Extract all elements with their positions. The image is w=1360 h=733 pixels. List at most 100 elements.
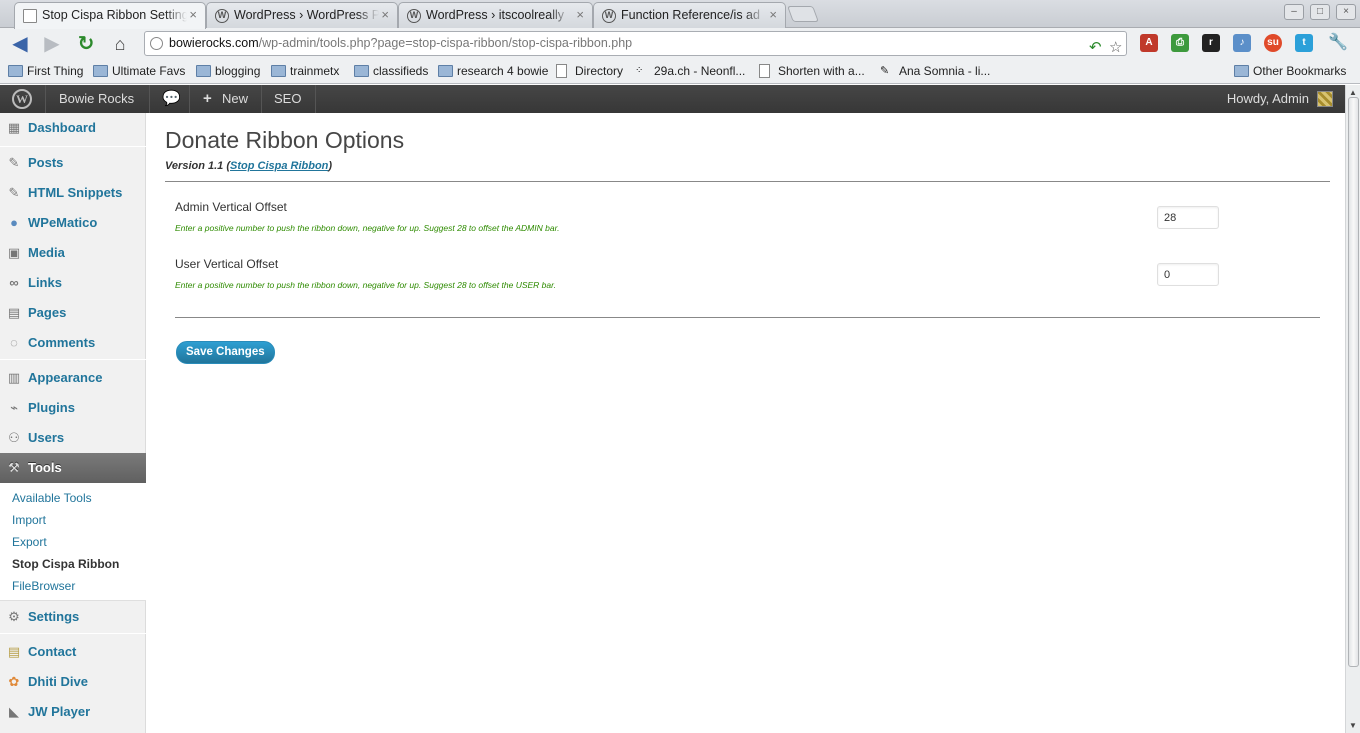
comment-icon: ◌ bbox=[10, 335, 18, 350]
menu-label: Comments bbox=[28, 335, 96, 350]
submenu-stop-cispa-ribbon[interactable]: Stop Cispa Ribbon bbox=[12, 557, 119, 571]
separator bbox=[315, 85, 316, 113]
acrobat-icon[interactable]: A bbox=[1140, 34, 1158, 52]
users-icon: ⚇ bbox=[8, 430, 20, 445]
submenu-filebrowser[interactable]: FileBrowser bbox=[12, 579, 75, 593]
close-icon[interactable]: × bbox=[189, 7, 197, 22]
wrench-icon[interactable]: 🔧 bbox=[1328, 34, 1348, 52]
reload-button[interactable]: ↻ bbox=[74, 32, 98, 56]
menu-pages[interactable]: ▤ Pages bbox=[0, 298, 146, 328]
separator bbox=[45, 85, 46, 113]
browser-tab-wordpress-itscoolreally[interactable]: W WordPress › itscoolreally × bbox=[398, 2, 593, 28]
back-button[interactable]: ◀ bbox=[8, 32, 32, 56]
page-scrollbar[interactable]: ▲ ▼ bbox=[1345, 85, 1360, 733]
maximize-button[interactable]: □ bbox=[1310, 4, 1330, 20]
bookmark-shorten[interactable]: Shorten with a... bbox=[759, 63, 865, 80]
main-content: Donate Ribbon Options Version 1.1 (Stop … bbox=[146, 113, 1345, 733]
menu-label: Media bbox=[28, 245, 65, 260]
bookmark-label: classifieds bbox=[373, 64, 429, 78]
browser-tab-function-reference[interactable]: W Function Reference/is ad × bbox=[593, 2, 786, 28]
menu-label: Posts bbox=[28, 155, 64, 170]
menu-links[interactable]: ∞ Links bbox=[0, 268, 146, 298]
site-name-link[interactable]: Bowie Rocks bbox=[59, 85, 134, 113]
menu-settings[interactable]: ⚙ Settings bbox=[0, 602, 146, 632]
bookmark-ana-somnia[interactable]: ✎ Ana Somnia - li... bbox=[880, 63, 990, 80]
avatar[interactable] bbox=[1317, 91, 1333, 107]
menu-users[interactable]: ⚇ Users bbox=[0, 423, 146, 453]
scroll-up-icon[interactable]: ▲ bbox=[1349, 88, 1357, 97]
bookmark-classifieds[interactable]: classifieds bbox=[354, 63, 428, 80]
save-changes-button[interactable]: Save Changes bbox=[176, 341, 275, 364]
bookmark-research-4-bowie[interactable]: research 4 bowie bbox=[438, 63, 548, 80]
browser-tab-strip: Stop Cispa Ribbon Setting × W WordPress … bbox=[0, 0, 1360, 29]
menu-jw-player[interactable]: ◣ JW Player bbox=[0, 697, 146, 727]
menu-html-snippets[interactable]: ✎ HTML Snippets bbox=[0, 178, 146, 208]
bookmark-label: Ultimate Favs bbox=[112, 64, 186, 78]
submenu-export[interactable]: Export bbox=[12, 535, 47, 549]
bookmark-29a[interactable]: ⁘ 29a.ch - Neonfl... bbox=[635, 63, 745, 80]
admin-sidebar: ▦ Dashboard ✎ Posts ✎ HTML Snippets ● WPeMat… bbox=[0, 113, 154, 733]
menu-wpematico[interactable]: ● WPeMatico bbox=[0, 208, 146, 238]
menu-separator bbox=[0, 633, 146, 634]
forward-button[interactable]: ▶ bbox=[40, 32, 64, 56]
bookmark-blogging[interactable]: blogging bbox=[196, 63, 260, 80]
menu-label: Tools bbox=[28, 460, 62, 475]
menu-dhiti-dive[interactable]: ✿ Dhiti Dive bbox=[0, 667, 146, 697]
scroll-down-icon[interactable]: ▼ bbox=[1349, 721, 1357, 730]
star-icon[interactable]: ☆ bbox=[1109, 36, 1122, 59]
bookmark-label: Directory bbox=[575, 64, 624, 78]
seo-link[interactable]: SEO bbox=[274, 85, 301, 113]
stumbleupon-icon[interactable]: su bbox=[1264, 34, 1282, 52]
new-content-link[interactable]: New bbox=[222, 85, 248, 113]
new-tab-button[interactable] bbox=[787, 6, 819, 22]
menu-appearance[interactable]: ▥ Appearance bbox=[0, 363, 146, 393]
submenu-available-tools[interactable]: Available Tools bbox=[12, 491, 92, 505]
undo-icon[interactable]: ↶ bbox=[1089, 36, 1102, 59]
address-bar[interactable]: bowierocks.com/wp-admin/tools.php?page=s… bbox=[144, 31, 1127, 56]
menu-label: Plugins bbox=[28, 400, 75, 415]
browser-tab-stop-cispa[interactable]: Stop Cispa Ribbon Setting × bbox=[14, 2, 206, 29]
menu-tools[interactable]: ⚒ Tools bbox=[0, 453, 154, 483]
folder-icon bbox=[438, 65, 453, 77]
scroll-thumb[interactable] bbox=[1348, 97, 1359, 667]
window-close-button[interactable]: × bbox=[1336, 4, 1356, 20]
dashboard-icon: ▦ bbox=[7, 120, 21, 135]
user-offset-input[interactable] bbox=[1157, 263, 1219, 286]
readability-icon[interactable]: r bbox=[1202, 34, 1220, 52]
browser-toolbar: ◀ ▶ ↻ ⌂ bowierocks.com/wp-admin/tools.ph… bbox=[0, 28, 1360, 59]
bookmark-directory[interactable]: Directory bbox=[556, 63, 623, 80]
close-icon[interactable]: × bbox=[576, 7, 584, 22]
twitter-icon[interactable]: t bbox=[1295, 34, 1313, 52]
howdy-account-link[interactable]: Howdy, Admin bbox=[1227, 85, 1309, 113]
other-bookmarks[interactable]: Other Bookmarks bbox=[1234, 63, 1346, 80]
menu-posts[interactable]: ✎ Posts bbox=[0, 148, 146, 178]
bookmark-first-thing[interactable]: First Thing bbox=[8, 63, 83, 80]
print-icon[interactable]: ⎙ bbox=[1171, 34, 1189, 52]
submenu-import[interactable]: Import bbox=[12, 513, 46, 527]
bookmark-trainmetx[interactable]: trainmetx bbox=[271, 63, 339, 80]
bookmark-label: First Thing bbox=[27, 64, 84, 78]
comments-icon[interactable]: 💬 bbox=[162, 85, 181, 113]
folder-icon bbox=[354, 65, 369, 77]
plugin-link[interactable]: Stop Cispa Ribbon bbox=[230, 160, 328, 172]
menu-dashboard[interactable]: ▦ Dashboard bbox=[0, 113, 146, 143]
wordpress-logo-icon[interactable]: W bbox=[12, 89, 32, 109]
minimize-button[interactable]: – bbox=[1284, 4, 1304, 20]
menu-comments[interactable]: ◌ Comments bbox=[0, 328, 146, 358]
plus-icon[interactable]: + bbox=[203, 85, 212, 113]
speaker-icon[interactable]: ♪ bbox=[1233, 34, 1251, 52]
separator bbox=[189, 85, 190, 113]
bookmark-ultimate-favs[interactable]: Ultimate Favs bbox=[93, 63, 185, 80]
close-icon[interactable]: × bbox=[381, 7, 389, 22]
header-divider bbox=[165, 181, 1330, 182]
user-offset-help: Enter a positive number to push the ribb… bbox=[175, 280, 556, 290]
bookmark-label: research 4 bowie bbox=[457, 64, 549, 78]
menu-media[interactable]: ▣ Media bbox=[0, 238, 146, 268]
tools-submenu: Available Tools Import Export Stop Cispa… bbox=[0, 483, 146, 601]
menu-plugins[interactable]: ⌁ Plugins bbox=[0, 393, 146, 423]
menu-contact[interactable]: ▤ Contact bbox=[0, 637, 146, 667]
home-button[interactable]: ⌂ bbox=[108, 32, 132, 56]
admin-offset-input[interactable] bbox=[1157, 206, 1219, 229]
browser-tab-wordpress-plugins[interactable]: W WordPress › WordPress Pl × bbox=[206, 2, 398, 28]
close-icon[interactable]: × bbox=[769, 7, 777, 22]
